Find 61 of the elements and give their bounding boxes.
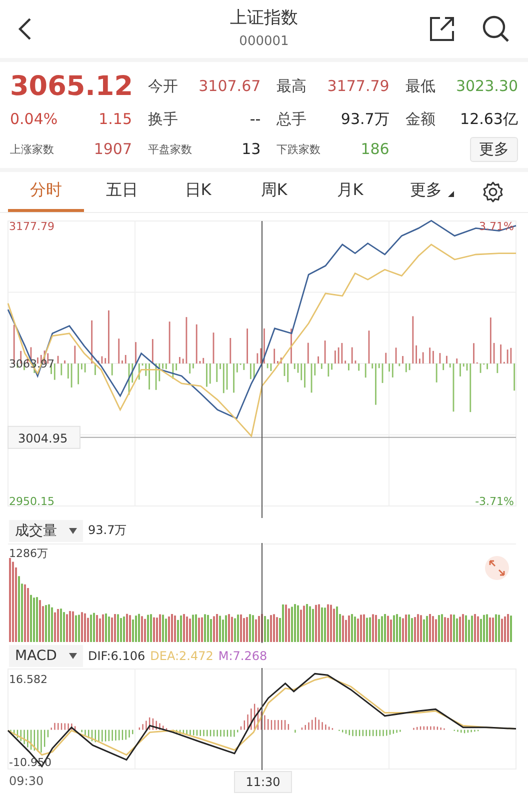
dropdown-icon xyxy=(448,191,454,197)
search-icon[interactable] xyxy=(482,15,510,43)
dropdown-icon xyxy=(69,528,77,534)
axis-label: 1286万 xyxy=(9,547,48,560)
breadth-label: 上涨家数 xyxy=(10,142,54,156)
macd-negative-bars xyxy=(10,730,49,752)
macd-positive-bars xyxy=(138,717,168,730)
macd-negative-bars xyxy=(81,730,134,742)
expand-icon[interactable] xyxy=(485,556,509,580)
index-code: 000001 xyxy=(239,34,289,49)
breadth-label: 下跌家数 xyxy=(276,142,321,156)
last-price: 3065.12 xyxy=(10,70,132,102)
chart-tab[interactable]: 分时 xyxy=(8,172,84,212)
breadth-label: 平盘家数 xyxy=(148,142,192,156)
axis-label: 2950.15 xyxy=(9,495,54,508)
volume-value: 93.7万 xyxy=(88,522,127,539)
dropdown-icon xyxy=(68,652,77,658)
macd-positive-bars xyxy=(50,722,76,730)
macd-readout: M:7.268 xyxy=(218,648,268,662)
indicator-select[interactable]: MACD xyxy=(9,644,83,666)
axis-label: -3.71% xyxy=(475,495,514,508)
chart-tab[interactable]: 日K xyxy=(160,172,236,212)
axis-label: 3177.79 xyxy=(9,220,54,233)
chart-tab[interactable]: 周K xyxy=(236,172,312,212)
axis-label: 16.582 xyxy=(9,673,48,686)
macd-negative-bars xyxy=(454,730,479,734)
stat-label: 金额 xyxy=(405,110,436,128)
crosshair-time-label: 11:30 xyxy=(234,771,292,793)
stat-label: 最低 xyxy=(405,76,436,96)
macd-readout: DEA:2.472 xyxy=(150,648,214,662)
index-title: 上证指数 xyxy=(230,7,298,29)
stat-value: -- xyxy=(250,110,261,128)
chart-tab[interactable]: 更多 xyxy=(388,172,464,212)
stat-label: 今开 xyxy=(148,76,178,96)
stat-label: 换手 xyxy=(148,110,178,128)
time-label: 09:30 xyxy=(9,774,44,788)
macd-positive-bars xyxy=(301,717,334,730)
macd-positive-bars xyxy=(413,726,445,730)
breadth-value: 1907 xyxy=(94,140,132,158)
change-percent: 0.04% xyxy=(10,110,58,128)
stat-value: 3107.67 xyxy=(198,77,261,95)
stat-value: 12.63亿 xyxy=(460,110,518,128)
chart-tab[interactable]: 五日 xyxy=(84,172,160,212)
chart-tab[interactable]: 月K xyxy=(312,172,388,212)
macd-negative-bars xyxy=(338,730,401,736)
macd-readout: DIF:6.106 xyxy=(88,648,146,662)
stat-label: 最高 xyxy=(276,76,307,96)
stat-value: 93.7万 xyxy=(340,110,390,128)
indicator-select[interactable]: 成交量 xyxy=(9,520,83,542)
change-amount: 1.15 xyxy=(98,110,132,128)
back-icon[interactable] xyxy=(18,17,32,41)
stat-label: 总手 xyxy=(276,110,307,128)
share-icon[interactable] xyxy=(428,15,456,43)
crosshair-price-label: 3004.95 xyxy=(8,426,80,449)
stat-value: 3023.30 xyxy=(456,77,518,95)
more-button[interactable]: 更多 xyxy=(470,136,518,162)
macd-positive-bars xyxy=(240,704,290,730)
breadth-value: 186 xyxy=(360,140,390,158)
breadth-value: 13 xyxy=(242,140,261,158)
stat-value: 3177.79 xyxy=(327,77,390,95)
settings-icon[interactable] xyxy=(482,181,504,203)
